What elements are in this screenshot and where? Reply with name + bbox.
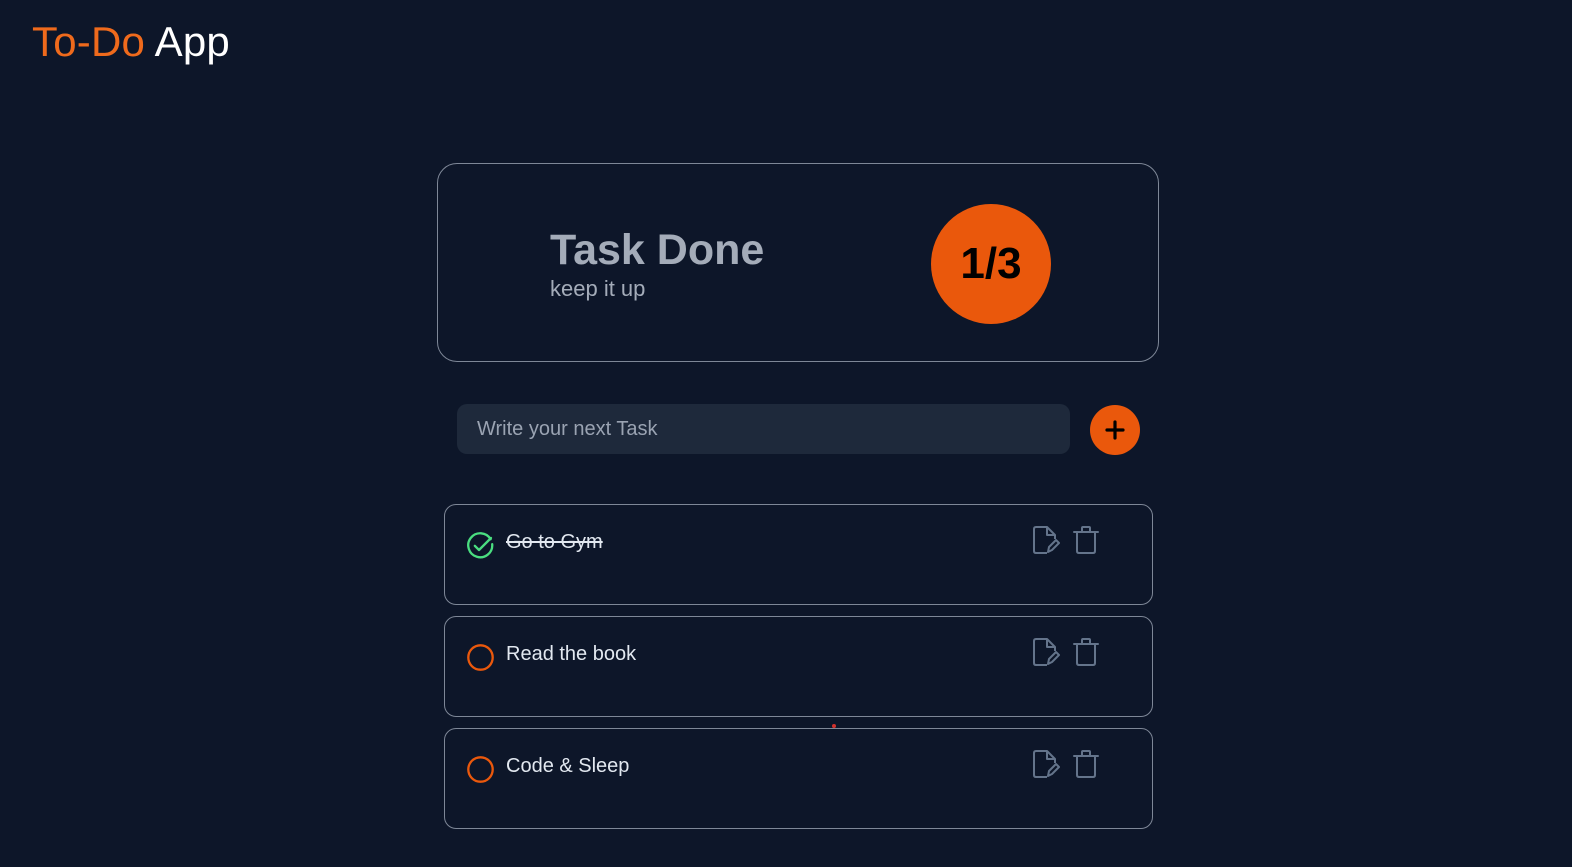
progress-counter: 1/3 [931,204,1051,324]
empty-circle-icon[interactable] [466,643,495,672]
edit-icon[interactable] [1032,525,1060,555]
app-title-accent: To-Do [32,18,146,65]
empty-circle-icon[interactable] [466,755,495,784]
plus-icon [1105,420,1125,440]
add-task-button[interactable] [1090,405,1140,455]
task-item: Go to Gym [444,504,1153,605]
task-label: Read the book [506,643,637,665]
task-label: Go to Gym [506,531,603,553]
new-task-input[interactable] [457,404,1070,454]
progress-summary-card: Task Done keep it up 1/3 [437,163,1159,362]
edit-icon[interactable] [1032,637,1060,667]
app-title: To-Do App [32,16,230,68]
summary-subtext: keep it up [550,276,646,301]
app-title-rest: App [154,18,230,65]
check-circle-icon[interactable] [466,531,495,560]
trash-icon[interactable] [1072,637,1100,667]
mouse-cursor-marker [832,724,836,728]
task-item: Code & Sleep [444,728,1153,829]
task-label: Code & Sleep [506,755,630,777]
summary-heading: Task Done [550,226,765,274]
task-list: Go to Gym Read the book Code & Sleep [444,504,1153,840]
task-item: Read the book [444,616,1153,717]
trash-icon[interactable] [1072,749,1100,779]
trash-icon[interactable] [1072,525,1100,555]
edit-icon[interactable] [1032,749,1060,779]
